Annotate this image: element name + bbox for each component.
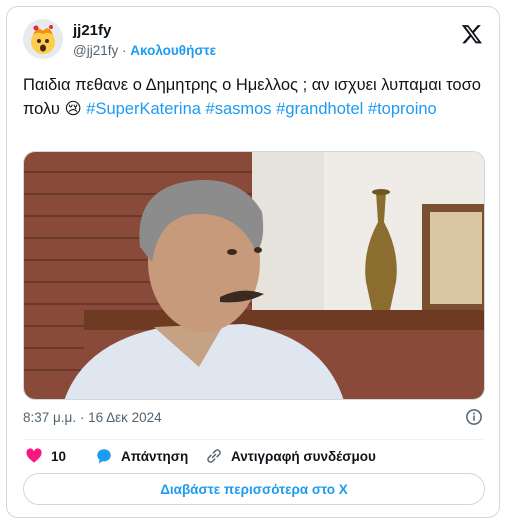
divider [23, 439, 483, 440]
x-logo-icon[interactable] [461, 23, 483, 45]
heart-icon [26, 448, 42, 463]
tweet-photo[interactable] [23, 151, 485, 400]
mind-blown-emoji-icon [23, 19, 63, 59]
tweet-header: jj21fy @jj21fy · Ακολουθήστε [23, 19, 487, 63]
hashtag-superkaterina[interactable]: #SuperKaterina [86, 100, 201, 118]
separator: · [122, 43, 127, 58]
hashtag-grandhotel[interactable]: #grandhotel [276, 100, 363, 118]
action-bar: 10 Απάντηση Αντιγραφή συνδέσμου [23, 445, 483, 467]
like-button[interactable]: 10 [25, 445, 66, 467]
reply-label: Απάντηση [121, 448, 189, 464]
link-icon [207, 449, 221, 463]
read-more-button[interactable]: Διαβάστε περισσότερα στο X [23, 473, 485, 505]
reply-button[interactable]: Απάντηση [95, 445, 188, 467]
tweet-timestamp[interactable]: 8:37 μ.μ. · 16 Δεκ 2024 [23, 410, 162, 425]
info-icon[interactable] [465, 408, 483, 426]
display-name[interactable]: jj21fy [73, 22, 111, 39]
tweet-text: Παιδια πεθανε ο Δημητρης ο Ημελλος ; αν … [23, 73, 485, 121]
avatar[interactable] [23, 19, 63, 59]
handle-row: @jj21fy · Ακολουθήστε [73, 43, 216, 58]
like-count: 10 [51, 448, 67, 464]
copy-link-button[interactable]: Αντιγραφή συνδέσμου [205, 445, 376, 467]
hashtag-toproino[interactable]: #toproino [368, 100, 437, 118]
hashtag-sasmos[interactable]: #sasmos [206, 100, 272, 118]
user-handle[interactable]: @jj21fy [73, 43, 118, 58]
reply-bubble-icon [97, 449, 111, 464]
follow-button[interactable]: Ακολουθήστε [130, 43, 216, 58]
tweet-card: jj21fy @jj21fy · Ακολουθήστε Παιδια πεθα… [6, 6, 500, 518]
copy-link-label: Αντιγραφή συνδέσμου [231, 448, 376, 464]
photo-image [24, 152, 484, 399]
